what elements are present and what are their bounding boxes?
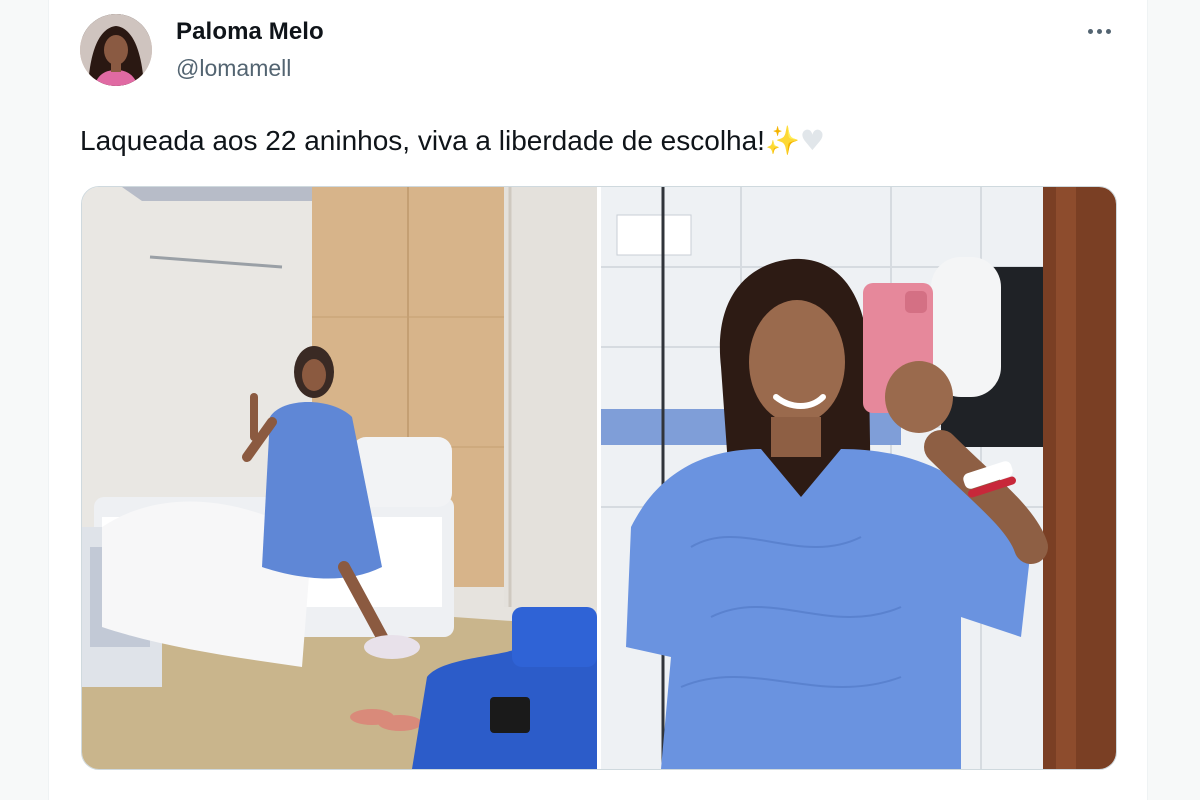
tweet-card[interactable]: Paloma Melo @lomamell Laqueada aos 22 an… [48,0,1148,800]
avatar-image [80,14,152,86]
media-grid [81,186,1117,770]
tweet-body: Laqueada aos 22 aninhos, viva a liberdad… [80,125,765,156]
white-heart-emoji: ♥ [799,124,825,157]
mirror-selfie-image [601,187,1116,769]
dot [1105,28,1111,34]
dot [1087,28,1093,34]
photo-hospital-room[interactable] [82,187,597,769]
display-name[interactable]: Paloma Melo [176,18,324,46]
dot [1096,28,1102,34]
user-handle[interactable]: @lomamell [176,55,291,82]
tweet-text: Laqueada aos 22 aninhos, viva a liberdad… [80,124,825,157]
avatar[interactable] [80,14,152,86]
hospital-room-image [82,187,597,769]
photo-mirror-selfie[interactable] [601,187,1116,769]
sparkles-emoji: ✨ [764,124,800,157]
more-options-icon[interactable] [1079,16,1119,46]
